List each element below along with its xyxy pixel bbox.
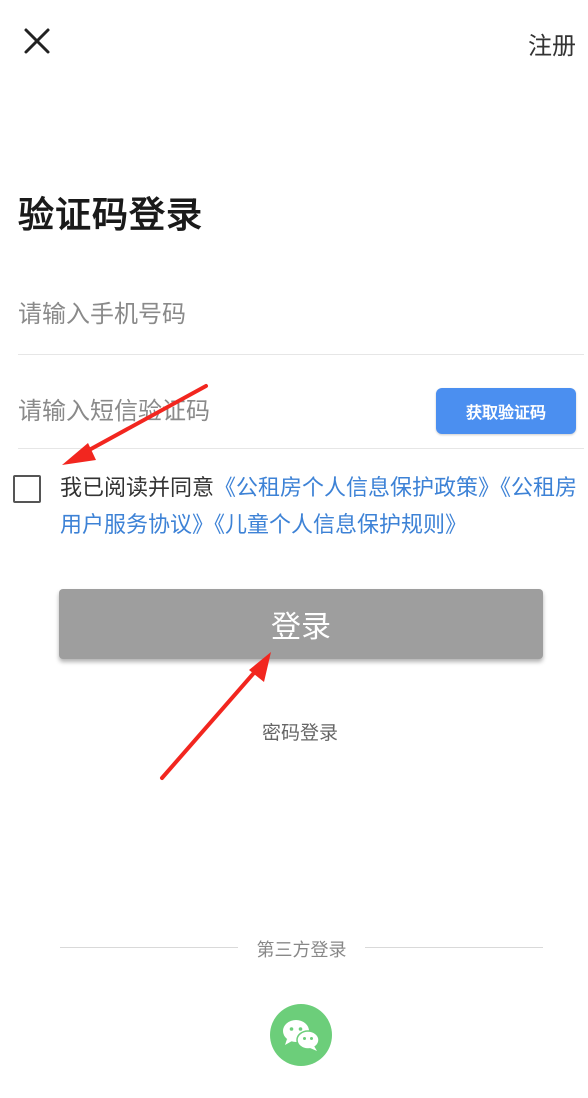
register-link[interactable]: 注册: [528, 26, 576, 61]
annotation-arrows: [62, 384, 271, 780]
annotation-arrow-login: [160, 652, 271, 780]
password-login-link[interactable]: 密码登录: [0, 718, 588, 745]
login-button[interactable]: 登录: [59, 589, 543, 659]
close-icon: [24, 28, 50, 54]
phone-field-row: [18, 296, 584, 355]
wechat-icon: [283, 1020, 320, 1051]
agreement-text: 我已阅读并同意《公租房个人信息保护政策》《公租房用户服务协议》《儿童个人信息保护…: [60, 470, 588, 544]
sms-code-input[interactable]: [18, 397, 398, 425]
wechat-login-button[interactable]: [270, 1004, 332, 1066]
close-button[interactable]: [18, 22, 58, 62]
agreement-checkbox[interactable]: [13, 475, 41, 503]
divider-left: [60, 947, 238, 948]
sms-code-field-row: 获取验证码: [18, 384, 584, 449]
agreement-prefix: 我已阅读并同意: [60, 476, 215, 501]
page-title: 验证码登录: [18, 195, 204, 236]
children-privacy-link[interactable]: 《儿童个人信息保护规则》: [214, 513, 467, 538]
phone-input[interactable]: [18, 300, 418, 328]
divider-right: [365, 947, 543, 948]
get-code-button[interactable]: 获取验证码: [436, 388, 576, 434]
third-party-label: 第三方登录: [256, 940, 347, 961]
privacy-policy-link[interactable]: 《公租房个人信息保护政策》: [214, 476, 500, 501]
